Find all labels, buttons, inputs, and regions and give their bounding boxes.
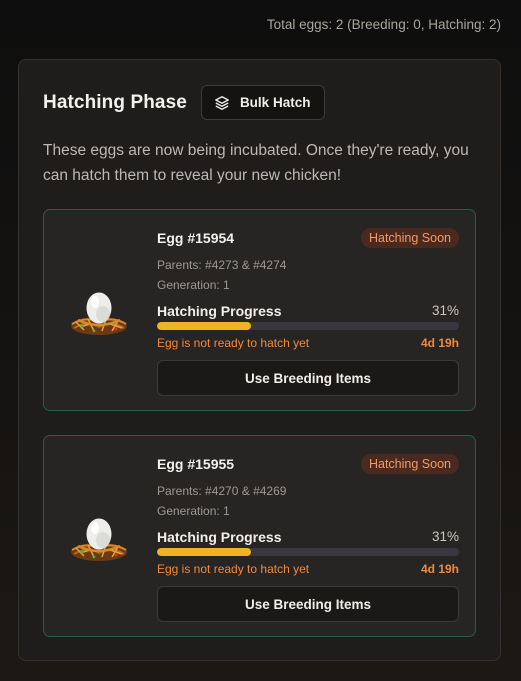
egg-in-nest-icon [66, 280, 132, 342]
egg-card: Egg #15954 Hatching Soon Parents: #4273 … [43, 209, 476, 411]
progress-label: Hatching Progress [157, 303, 282, 319]
egg-generation: Generation: 1 [157, 504, 230, 518]
egg-info: Egg #15954 Hatching Soon Parents: #4273 … [157, 228, 459, 396]
use-breeding-items-button[interactable]: Use Breeding Items [157, 586, 459, 622]
egg-name: Egg #15954 [157, 230, 235, 246]
time-remaining: 4d 19h [420, 336, 459, 350]
progress-label: Hatching Progress [157, 529, 282, 545]
layers-icon [214, 95, 230, 111]
use-breeding-items-button[interactable]: Use Breeding Items [157, 360, 459, 396]
progress-percent: 31% [431, 303, 459, 318]
panel-header: Hatching Phase Bulk Hatch [43, 85, 326, 120]
bulk-hatch-label: Bulk Hatch [239, 95, 311, 110]
panel-description: These eggs are now being incubated. Once… [43, 142, 469, 184]
progress-bar [157, 322, 459, 330]
hatch-status: Egg is not ready to hatch yet [157, 336, 310, 350]
hatching-panel: Hatching Phase Bulk Hatch These eggs are… [18, 59, 501, 661]
progress-percent: 31% [431, 529, 459, 544]
egg-card: Egg #15955 Hatching Soon Parents: #4270 … [43, 435, 476, 637]
status-badge: Hatching Soon [360, 228, 459, 248]
egg-parents: Parents: #4270 & #4269 [157, 484, 287, 498]
egg-totals: Total eggs: 2 (Breeding: 0, Hatching: 2) [266, 17, 501, 32]
progress-bar-fill [157, 322, 251, 330]
progress-bar [157, 548, 459, 556]
egg-name: Egg #15955 [157, 456, 235, 472]
egg-parents: Parents: #4273 & #4274 [157, 258, 287, 272]
egg-generation: Generation: 1 [157, 278, 230, 292]
status-badge: Hatching Soon [360, 454, 459, 474]
bulk-hatch-button[interactable]: Bulk Hatch [200, 85, 326, 120]
page-title: Hatching Phase [43, 91, 187, 113]
time-remaining: 4d 19h [420, 562, 459, 576]
progress-bar-fill [157, 548, 251, 556]
hatch-status: Egg is not ready to hatch yet [157, 562, 310, 576]
egg-info: Egg #15955 Hatching Soon Parents: #4270 … [157, 454, 459, 622]
egg-in-nest-icon [66, 506, 132, 568]
